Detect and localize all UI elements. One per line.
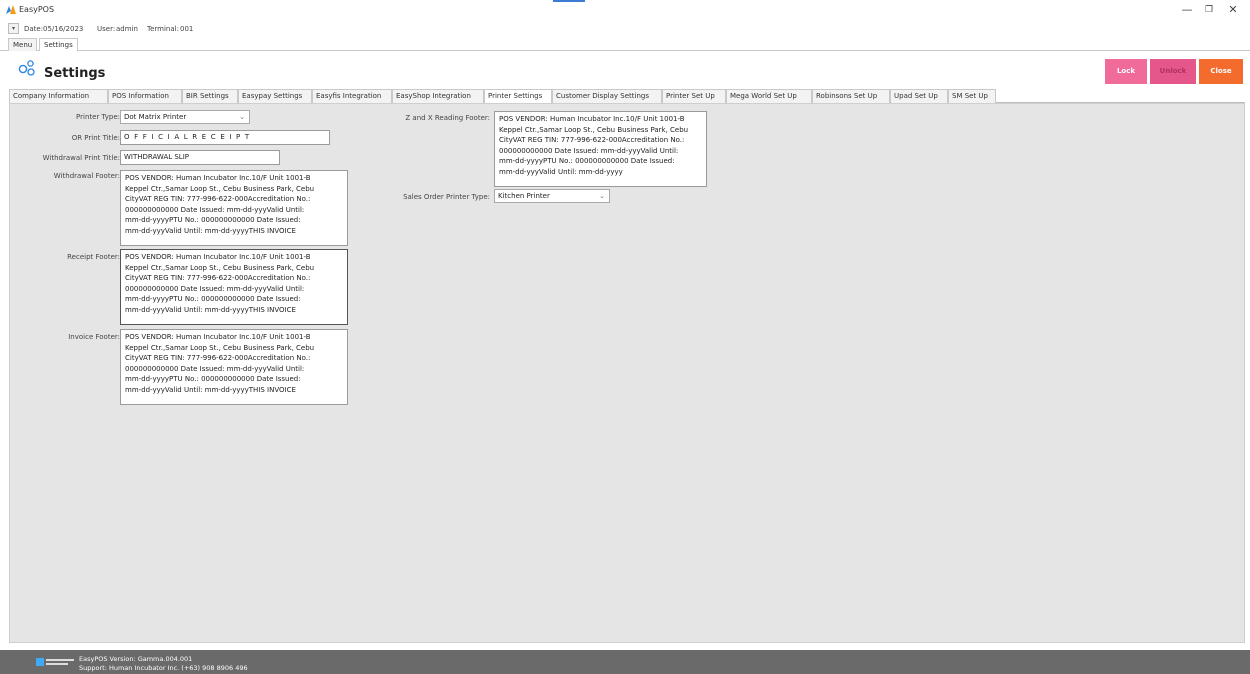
- tab-printer-set-up[interactable]: Printer Set Up: [662, 89, 726, 103]
- tab-menu[interactable]: Menu: [8, 38, 38, 51]
- tab-sm-set-up[interactable]: SM Set Up: [948, 89, 996, 103]
- printer-type-label: Printer Type:: [76, 113, 120, 121]
- support-text: Support: Human Incubator Inc. (+63) 908 …: [79, 664, 248, 672]
- memo-line: Keppel Ctr.,Samar Loop St., Cebu Busines…: [125, 343, 315, 352]
- memo-line: mm-dd-yyyValid Until: mm-dd-yyyyTHIS INV…: [125, 305, 296, 314]
- memo-line: Keppel Ctr.,Samar Loop St., Cebu Busines…: [125, 184, 315, 193]
- tab-printer-settings[interactable]: Printer Settings: [484, 89, 552, 104]
- minimize-button[interactable]: —: [1176, 2, 1198, 18]
- settings-icon: [18, 60, 35, 76]
- memo-line: CityVAT REG TIN: 777-996-622-000Accredit…: [499, 136, 685, 145]
- tab-pos-information[interactable]: POS Information: [108, 89, 182, 103]
- memo-line: mm-dd-yyyValid Until: mm-dd-yyyy: [499, 167, 623, 176]
- memo-line: CityVAT REG TIN: 777-996-622-000Accredit…: [125, 274, 311, 283]
- close-button[interactable]: Close: [1199, 59, 1243, 84]
- sales-order-printer-type-label: Sales Order Printer Type:: [403, 193, 490, 201]
- or-print-title-label: OR Print Title:: [71, 134, 120, 142]
- info-bar: ▾ Date: 05/16/2023 User: admin Terminal:…: [0, 20, 1250, 37]
- invoice-footer-label: Invoice Footer:: [68, 333, 120, 341]
- version-text: EasyPOS Version: Gamma.004.001: [79, 655, 193, 663]
- settings-tabs: Company Information POS Information BIR …: [9, 89, 1245, 104]
- page-title: Settings: [44, 66, 106, 81]
- printer-type-select[interactable]: Dot Matrix Printer ⌄: [120, 110, 250, 124]
- memo-line: mm-dd-yyyyPTU No.: 000000000000 Date Iss…: [125, 216, 301, 225]
- tab-bir-settings[interactable]: BIR Settings: [182, 89, 238, 103]
- memo-line: 000000000000 Date Issued: mm-dd-yyyValid…: [125, 364, 305, 373]
- memo-line: mm-dd-yyyyPTU No.: 000000000000 Date Iss…: [125, 295, 301, 304]
- memo-line: POS VENDOR: Human Incubator Inc.10/F Uni…: [125, 333, 311, 341]
- window-close-button[interactable]: ✕: [1222, 2, 1244, 18]
- withdrawal-footer-textarea[interactable]: POS VENDOR: Human Incubator Inc.10/F Uni…: [120, 170, 348, 246]
- tab-mega-world-set-up[interactable]: Mega World Set Up: [726, 89, 812, 103]
- z-and-x-reading-footer-label: Z and X Reading Footer:: [405, 114, 490, 122]
- unlock-button[interactable]: Unlock: [1150, 59, 1196, 84]
- memo-line: CityVAT REG TIN: 777-996-622-000Accredit…: [125, 354, 311, 363]
- tab-easyfis-integration[interactable]: Easyfis Integration: [312, 89, 392, 103]
- receipt-footer-textarea[interactable]: POS VENDOR: Human Incubator Inc.10/F Uni…: [120, 249, 348, 325]
- sales-order-printer-type-value: Kitchen Printer: [498, 192, 550, 200]
- chevron-down-icon: ⌄: [599, 192, 605, 200]
- withdrawal-footer-label: Withdrawal Footer:: [53, 172, 120, 180]
- maximize-button[interactable]: ❐: [1198, 2, 1220, 18]
- invoice-footer-textarea[interactable]: POS VENDOR: Human Incubator Inc.10/F Uni…: [120, 329, 348, 405]
- receipt-footer-label: Receipt Footer:: [67, 253, 120, 261]
- status-bar: EasyPOS Version: Gamma.004.001 Support: …: [0, 650, 1250, 674]
- lock-button[interactable]: Lock: [1105, 59, 1147, 84]
- title-accent: [553, 0, 585, 2]
- tab-upad-set-up[interactable]: Upad Set Up: [890, 89, 948, 103]
- memo-line: mm-dd-yyyyPTU No.: 000000000000 Date Iss…: [125, 375, 301, 384]
- memo-line: 000000000000 Date Issued: mm-dd-yyyValid…: [125, 205, 305, 214]
- memo-line: mm-dd-yyyValid Until: mm-dd-yyyyTHIS INV…: [125, 385, 296, 394]
- human-incubator-logo-icon: [36, 658, 74, 666]
- date-label: Date:: [24, 25, 44, 33]
- memo-line: 000000000000 Date Issued: mm-dd-yyyValid…: [499, 146, 679, 155]
- tab-easyshop-integration[interactable]: EasyShop Integration: [392, 89, 484, 103]
- withdrawal-print-title-label: Withdrawal Print Title:: [42, 154, 120, 162]
- memo-line: mm-dd-yyyValid Until: mm-dd-yyyyTHIS INV…: [125, 226, 296, 235]
- info-dropdown-button[interactable]: ▾: [8, 23, 19, 34]
- printer-settings-panel: Printer Type: Dot Matrix Printer ⌄ OR Pr…: [9, 103, 1245, 643]
- memo-line: 000000000000 Date Issued: mm-dd-yyyValid…: [125, 284, 305, 293]
- tab-robinsons-set-up[interactable]: Robinsons Set Up: [812, 89, 890, 103]
- form-tabs: Menu Settings: [0, 37, 1250, 52]
- sales-order-printer-type-select[interactable]: Kitchen Printer ⌄: [494, 189, 610, 203]
- terminal-value: 001: [180, 25, 194, 33]
- chevron-down-icon: ⌄: [239, 113, 245, 121]
- tab-customer-display-settings[interactable]: Customer Display Settings: [552, 89, 662, 103]
- withdrawal-print-title-input[interactable]: WITHDRAWAL SLIP: [120, 150, 280, 165]
- app-title: EasyPOS: [19, 5, 55, 14]
- tab-easypay-settings[interactable]: Easypay Settings: [238, 89, 312, 103]
- title-bar: EasyPOS — ❐ ✕: [0, 0, 1250, 20]
- page-header: Settings Lock Unlock Close: [0, 51, 1250, 90]
- tab-settings[interactable]: Settings: [39, 38, 78, 52]
- printer-type-value: Dot Matrix Printer: [124, 113, 187, 121]
- date-value: 05/16/2023: [43, 25, 84, 33]
- memo-line: POS VENDOR: Human Incubator Inc.10/F Uni…: [125, 253, 311, 261]
- easypos-logo-icon: [6, 5, 16, 14]
- memo-line: mm-dd-yyyyPTU No.: 000000000000 Date Iss…: [499, 157, 675, 166]
- memo-line: POS VENDOR: Human Incubator Inc.10/F Uni…: [125, 174, 311, 182]
- or-print-title-input[interactable]: O F F I C I A L R E C E I P T: [120, 130, 330, 145]
- z-and-x-reading-footer-textarea[interactable]: POS VENDOR: Human Incubator Inc.10/F Uni…: [494, 111, 707, 187]
- tab-company-information[interactable]: Company Information: [9, 89, 108, 103]
- user-label: User:: [97, 25, 116, 33]
- memo-line: Keppel Ctr.,Samar Loop St., Cebu Busines…: [499, 125, 689, 134]
- memo-line: Keppel Ctr.,Samar Loop St., Cebu Busines…: [125, 263, 315, 272]
- memo-line: CityVAT REG TIN: 777-996-622-000Accredit…: [125, 195, 311, 204]
- user-value: admin: [116, 25, 138, 33]
- terminal-label: Terminal:: [147, 25, 179, 33]
- memo-line: POS VENDOR: Human Incubator Inc.10/F Uni…: [499, 115, 685, 123]
